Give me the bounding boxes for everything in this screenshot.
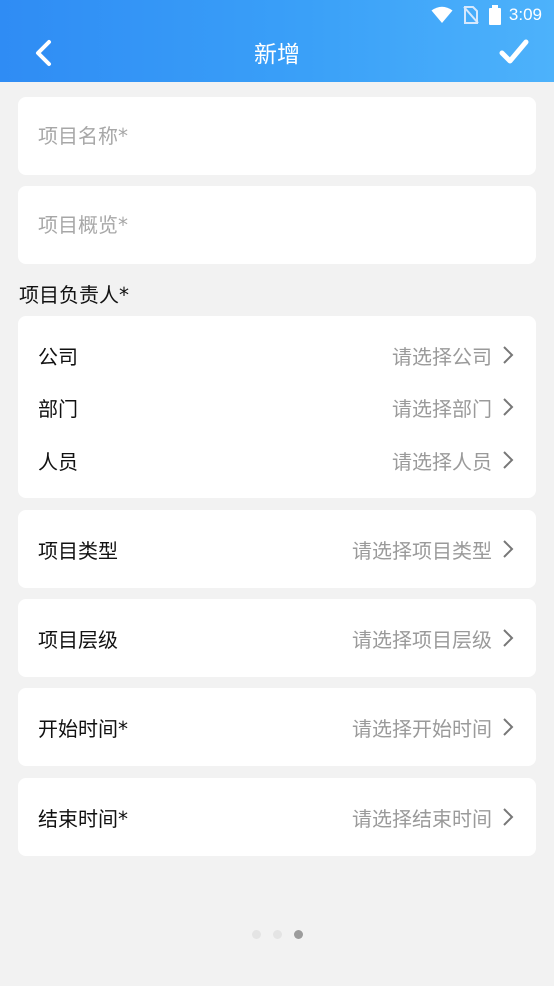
project-type-select[interactable]: 项目类型 请选择项目类型 [18, 529, 536, 569]
chevron-right-icon [502, 717, 514, 737]
checkmark-icon [499, 39, 529, 64]
status-bar: 3:09 [0, 0, 554, 30]
project-type-placeholder: 请选择项目类型 [352, 538, 492, 563]
page-indicator [0, 930, 554, 939]
project-overview-card [18, 186, 536, 264]
chevron-right-icon [502, 807, 514, 827]
project-level-select[interactable]: 项目层级 请选择项目层级 [18, 618, 536, 658]
company-label: 公司 [38, 344, 78, 369]
app-bar: 3:09 新增 [0, 0, 554, 82]
end-time-select[interactable]: 结束时间* 请选择结束时间 [18, 797, 536, 837]
department-placeholder: 请选择部门 [392, 396, 492, 421]
person-placeholder: 请选择人员 [392, 449, 492, 474]
project-level-placeholder: 请选择项目层级 [352, 627, 492, 652]
start-time-card: 开始时间* 请选择开始时间 [18, 688, 536, 766]
nav-bar: 新增 [0, 28, 554, 76]
start-time-placeholder: 请选择开始时间 [352, 716, 492, 741]
chevron-right-icon [502, 345, 514, 365]
chevron-left-icon [36, 40, 51, 66]
project-type-card: 项目类型 请选择项目类型 [18, 510, 536, 588]
project-level-card: 项目层级 请选择项目层级 [18, 599, 536, 677]
battery-icon [488, 5, 501, 25]
person-label: 人员 [38, 449, 78, 474]
owner-section-label: 项目负责人* [19, 283, 129, 307]
chevron-right-icon [502, 628, 514, 648]
end-time-placeholder: 请选择结束时间 [352, 806, 492, 831]
chevron-right-icon [502, 539, 514, 559]
wifi-icon [431, 6, 453, 24]
page-title: 新增 [254, 42, 300, 68]
end-time-card: 结束时间* 请选择结束时间 [18, 778, 536, 856]
department-label: 部门 [38, 396, 78, 421]
no-sim-icon [463, 5, 479, 25]
back-button[interactable] [26, 36, 60, 70]
start-time-select[interactable]: 开始时间* 请选择开始时间 [18, 707, 536, 747]
project-type-label: 项目类型 [38, 538, 118, 563]
page-dot[interactable] [272, 930, 282, 939]
department-select[interactable]: 部门 请选择部门 [18, 387, 536, 427]
person-select[interactable]: 人员 请选择人员 [18, 440, 536, 480]
owner-card: 公司 请选择公司 部门 请选择部门 人员 请选择人员 [18, 316, 536, 498]
start-time-label: 开始时间* [38, 716, 128, 741]
company-placeholder: 请选择公司 [392, 344, 492, 369]
chevron-right-icon [502, 397, 514, 417]
page-dot[interactable] [251, 930, 261, 939]
project-name-card [18, 97, 536, 175]
status-time: 3:09 [508, 5, 542, 24]
project-name-input[interactable] [38, 124, 536, 148]
company-select[interactable]: 公司 请选择公司 [18, 335, 536, 375]
project-level-label: 项目层级 [38, 627, 118, 652]
chevron-right-icon [502, 450, 514, 470]
page-dot-active[interactable] [293, 930, 303, 939]
end-time-label: 结束时间* [38, 806, 128, 831]
confirm-button[interactable] [496, 34, 532, 70]
project-overview-input[interactable] [38, 213, 536, 237]
